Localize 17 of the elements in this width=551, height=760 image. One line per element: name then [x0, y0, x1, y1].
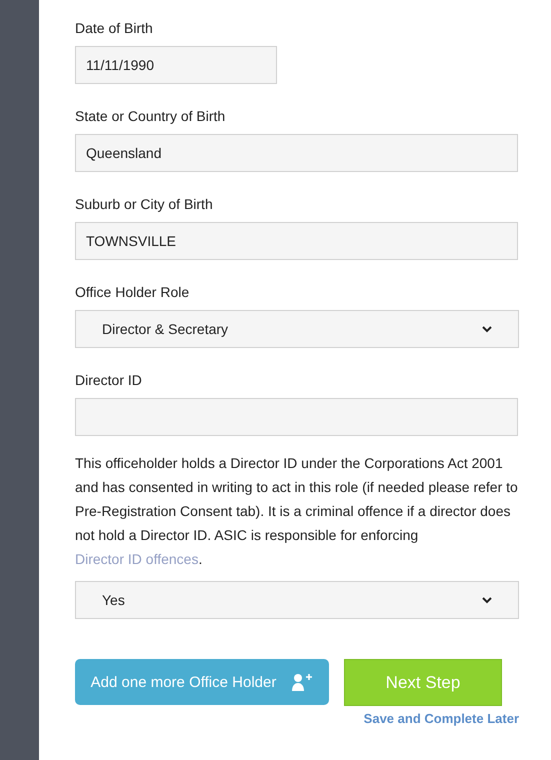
chevron-down-icon — [482, 326, 492, 332]
field-label: Director ID — [75, 371, 143, 389]
consent-select[interactable]: Yes — [75, 581, 519, 619]
field-label: Office Holder Role — [75, 283, 190, 301]
input-field[interactable] — [75, 398, 518, 436]
select-value: Yes — [102, 592, 125, 608]
input-field[interactable]: TOWNSVILLE — [75, 222, 518, 260]
chevron-down-icon — [482, 596, 492, 604]
field-label: Suburb or City of Birth — [75, 195, 214, 213]
field-label: Date of Birth — [75, 19, 154, 37]
input-field[interactable]: 11/11/1990 — [75, 46, 277, 84]
consent-text: This officeholder holds a Director ID under the Corporations Act 2001 and has consented in writing to act in this role (if needed please refer to Pre-Registration Consent tab). It is a criminal offence if a director does not hold a Director ID. ASIC is responsible for enforcing Director ID offences. — [75, 454, 518, 569]
input-field[interactable]: Queensland — [75, 134, 518, 172]
add-user-icon — [292, 673, 314, 691]
select-value: Director & Secretary — [102, 321, 228, 337]
field-label: State or Country of Birth — [75, 107, 226, 125]
role-select[interactable]: Director & Secretary — [75, 310, 519, 348]
